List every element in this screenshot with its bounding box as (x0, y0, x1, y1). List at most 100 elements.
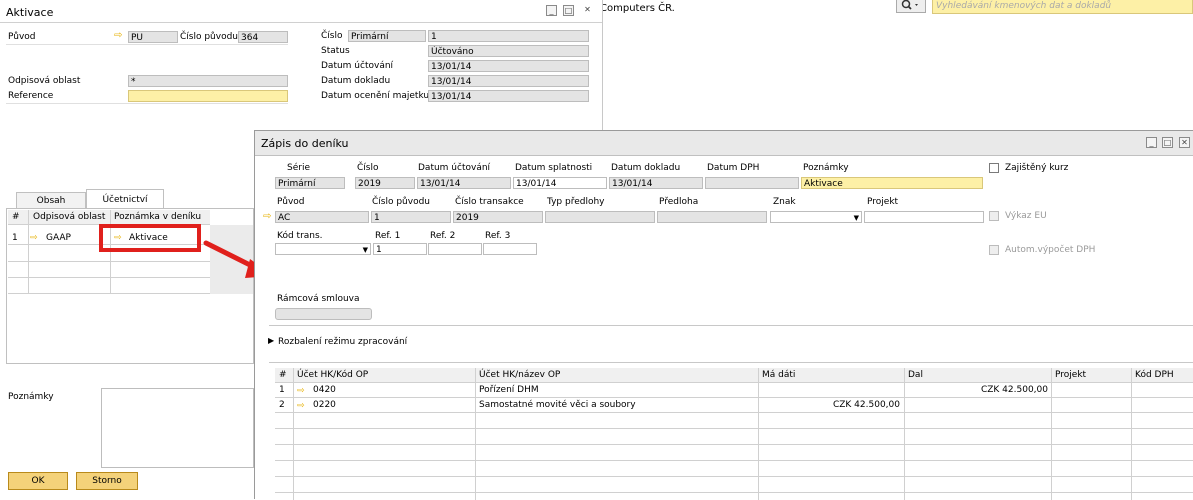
table-row[interactable]: 2 ⇨ 0220 Samostatné movité věci a soubor… (275, 398, 1193, 412)
znak-select[interactable]: ▼ (770, 211, 862, 223)
grid-line (28, 210, 29, 294)
cislo-puvodu-field[interactable]: 364 (238, 31, 288, 43)
vykaz-eu-checkbox[interactable] (989, 211, 999, 221)
tab-obsah[interactable]: Obsah (16, 192, 86, 209)
ref3-label: Ref. 3 (485, 231, 511, 241)
odpisova-oblast-field[interactable]: * (128, 75, 288, 87)
poznamky-textarea[interactable] (101, 388, 254, 468)
poznamky-label: Poznámky (8, 392, 54, 402)
grid-row-area[interactable]: GAAP (46, 232, 71, 244)
table-row[interactable]: 1 ⇨ 0420 Pořízení DHM CZK 42.500,00 (275, 383, 1193, 397)
storno-button[interactable]: Storno (76, 472, 138, 490)
datum-dokladu-label: Datum dokladu (611, 163, 681, 173)
close-button[interactable]: ✕ (1179, 137, 1190, 148)
datum-dokladu-label: Datum dokladu (321, 76, 391, 86)
cislo-field[interactable]: 2019 (355, 177, 415, 189)
status-label: Status (321, 46, 350, 56)
grid-line (275, 476, 1193, 477)
datum-uctovani-label: Datum účtování (321, 61, 394, 71)
cislo-series-field[interactable]: Primární (348, 30, 426, 42)
datum-splatnosti-field[interactable]: 13/01/14 (513, 177, 607, 189)
datum-splatnosti-label: Datum splatnosti (515, 163, 593, 173)
chevron-down-icon: ▼ (362, 246, 368, 254)
ref2-label: Ref. 2 (430, 231, 456, 241)
datum-oceneni-field[interactable]: 13/01/14 (428, 90, 589, 102)
poznamky-field[interactable]: Aktivace (801, 177, 983, 189)
col-projekt: Projekt (1055, 370, 1087, 380)
cislo-label: Číslo (357, 163, 379, 173)
cislo-label: Číslo (321, 31, 343, 41)
ref2-field[interactable] (428, 243, 482, 255)
window-title: Zápis do deníku (261, 137, 349, 150)
puvod-field[interactable]: PU (128, 31, 178, 43)
tab-ucetnictvi[interactable]: Účetnictví (86, 189, 164, 210)
search-button[interactable] (896, 0, 926, 13)
zajisteny-kurz-checkbox[interactable] (989, 163, 999, 173)
kod-trans-select[interactable]: ▼ (275, 243, 371, 255)
link-arrow-icon[interactable]: ⇨ (263, 212, 271, 222)
tab-ucetnictvi-label: Účetnictví (102, 195, 148, 205)
grid-header-area: Odpisová oblast (33, 212, 106, 222)
minimize-button[interactable]: _ (546, 5, 557, 16)
projekt-field[interactable] (864, 211, 984, 223)
datum-dokladu-field[interactable]: 13/01/14 (428, 75, 589, 87)
maximize-button[interactable]: □ (563, 5, 574, 16)
odpisova-oblast-label: Odpisová oblast (8, 76, 81, 86)
col-name: Účet HK/název OP (479, 370, 561, 380)
link-arrow-icon[interactable]: ⇨ (297, 385, 305, 397)
datum-dph-field[interactable] (705, 177, 799, 189)
reference-field[interactable] (128, 90, 288, 102)
ok-button[interactable]: OK (8, 472, 68, 490)
autom-dph-checkbox[interactable] (989, 245, 999, 255)
grid-header-num: # (12, 212, 20, 222)
grid-line (275, 492, 1193, 493)
cislo-field[interactable]: 1 (428, 30, 589, 42)
autom-dph-label: Autom.výpočet DPH (1005, 245, 1096, 255)
cislo-puvodu-field[interactable]: 1 (371, 211, 451, 223)
aktivace-titlebar: Aktivace _ □ ✕ (0, 0, 602, 23)
row-num: 2 (279, 400, 285, 410)
ramcova-smlouva-label: Rámcová smlouva (277, 294, 360, 304)
cislo-transakce-label: Číslo transakce (455, 197, 524, 207)
predloha-field[interactable] (657, 211, 767, 223)
search-icon (901, 0, 918, 10)
rozbaleni-label[interactable]: Rozbalení režimu zpracování (278, 336, 407, 348)
zapis-titlebar: Zápis do deníku _ □ ✕ (255, 131, 1193, 156)
chevron-down-icon: ▼ (853, 214, 859, 222)
puvod-label: Původ (8, 32, 36, 42)
grid-line (8, 293, 210, 294)
puvod-label: Původ (277, 197, 305, 207)
cislo-transakce-field[interactable]: 2019 (453, 211, 543, 223)
datum-uctovani-field[interactable]: 13/01/14 (428, 60, 589, 72)
puvod-field[interactable]: AC (275, 211, 369, 223)
kod-trans-label: Kód trans. (277, 231, 323, 241)
puvod-divider (6, 44, 288, 45)
datum-uctovani-field[interactable]: 13/01/14 (417, 177, 511, 189)
grid-line (275, 428, 1193, 429)
row-num: 1 (279, 385, 285, 395)
col-kod-dph: Kód DPH (1135, 370, 1174, 380)
grid-line (110, 210, 111, 294)
datum-oceneni-label: Datum ocenění majetku (321, 91, 430, 101)
maximize-button[interactable]: □ (1162, 137, 1173, 148)
minimize-button[interactable]: _ (1146, 137, 1157, 148)
ref1-label: Ref. 1 (375, 231, 401, 241)
expand-triangle-icon[interactable]: ▶ (268, 336, 274, 345)
section-divider (269, 325, 1193, 326)
link-arrow-icon[interactable]: ⇨ (297, 400, 305, 412)
close-button[interactable]: ✕ (582, 5, 593, 16)
link-arrow-icon[interactable]: ⇨ (114, 31, 122, 41)
ref1-field[interactable]: 1 (373, 243, 427, 255)
col-credit: Dal (908, 370, 923, 380)
journal-table: # Účet HK/Kód OP Účet HK/název OP Má dát… (275, 368, 1193, 500)
link-arrow-icon[interactable]: ⇨ (30, 232, 38, 244)
vykaz-eu-label: Výkaz EU (1005, 211, 1047, 221)
search-input[interactable]: Vyhledávání kmenových dat a dokladů (932, 0, 1193, 14)
ramcova-smlouva-field[interactable] (275, 308, 372, 320)
datum-dokladu-field[interactable]: 13/01/14 (609, 177, 703, 189)
typ-predlohy-field[interactable] (545, 211, 655, 223)
serie-field[interactable]: Primární (275, 177, 345, 189)
search-placeholder: Vyhledávání kmenových dat a dokladů (936, 1, 1112, 11)
col-debit: Má dáti (762, 370, 796, 380)
ref3-field[interactable] (483, 243, 537, 255)
